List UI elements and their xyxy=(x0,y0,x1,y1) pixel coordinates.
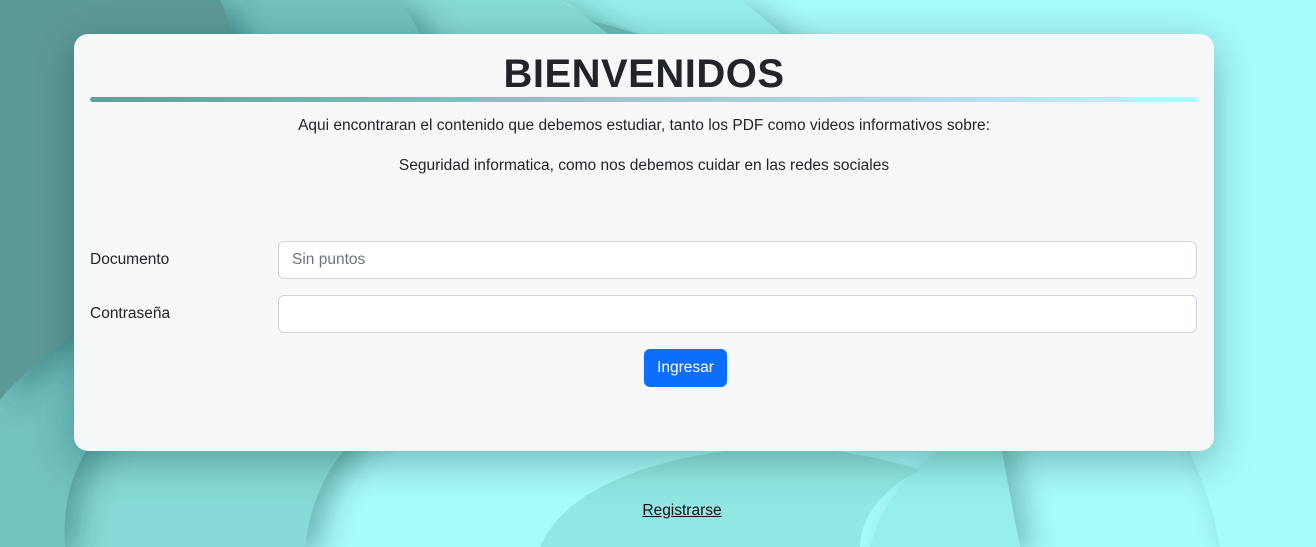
welcome-card: BIENVENIDOS Aqui encontraran el contenid… xyxy=(74,34,1214,451)
intro-subtext: Seguridad informatica, como nos debemos … xyxy=(398,157,890,174)
intro-text: Aqui encontraran el contenido que debemo… xyxy=(298,117,990,134)
document-input[interactable] xyxy=(278,241,1197,279)
document-label: Documento xyxy=(90,251,170,268)
register-link[interactable]: Registrarse xyxy=(0,502,1316,520)
password-label: Contraseña xyxy=(90,305,171,322)
password-input[interactable] xyxy=(278,295,1197,333)
title-divider xyxy=(90,97,1198,102)
login-button[interactable]: Ingresar xyxy=(644,349,727,387)
page-title: BIENVENIDOS xyxy=(503,52,785,96)
